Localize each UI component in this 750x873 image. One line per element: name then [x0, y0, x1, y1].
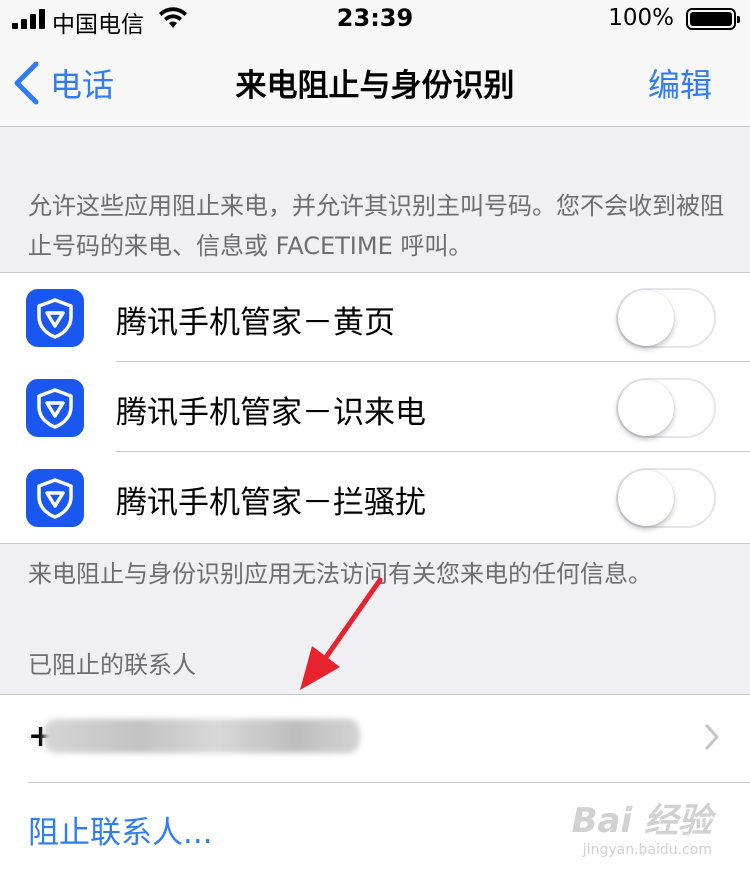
tencent-shield-icon [26, 469, 84, 527]
app-toggle[interactable] [616, 468, 716, 528]
divider [116, 361, 750, 362]
tencent-shield-icon [26, 289, 84, 347]
intro-note: 允许这些应用阻止来电，并允许其识别主叫号码。您不会收到被阻止号码的来电、信息或 … [28, 192, 724, 260]
watermark-sub: jingyan.baidu.com [582, 842, 712, 858]
app-label: 腾讯手机管家－拦骚扰 [116, 485, 426, 521]
battery-icon [686, 8, 740, 30]
battery-percent: 100% [608, 5, 674, 31]
chevron-right-icon [705, 724, 719, 750]
divider [116, 451, 750, 452]
list-item: 腾讯手机管家－黄页 [0, 273, 750, 362]
watermark-logo: Bai 经验 jingyan.baidu.com [572, 793, 712, 858]
divider [28, 782, 750, 783]
blurred-phone-number [44, 719, 360, 753]
edit-button[interactable]: 编辑 [648, 60, 712, 106]
watermark-main: Bai 经验 [571, 801, 712, 841]
page-title: 来电阻止与身份识别 [235, 68, 515, 104]
block-contact-button[interactable]: 阻止联系人... [28, 807, 213, 852]
app-toggle[interactable] [616, 288, 716, 348]
toggle-knob [618, 380, 674, 436]
navigation-bar: 电话 来电阻止与身份识别 编辑 [0, 40, 750, 127]
tencent-shield-icon [26, 379, 84, 437]
app-label: 腾讯手机管家－黄页 [116, 305, 395, 341]
call-blocking-apps-list: 腾讯手机管家－黄页 腾讯手机管家－识来电 腾讯手机管家－拦骚扰 [0, 272, 750, 544]
toggle-knob [618, 290, 674, 346]
list-item: 腾讯手机管家－识来电 [0, 363, 750, 452]
list-item: 腾讯手机管家－拦骚扰 [0, 453, 750, 542]
status-bar: 中国电信 23:39 100% [0, 0, 750, 40]
apps-note: 来电阻止与身份识别应用无法访问有关您来电的任何信息。 [28, 560, 652, 588]
app-toggle[interactable] [616, 378, 716, 438]
blocked-contacts-header: 已阻止的联系人 [28, 651, 196, 679]
blocked-contact-row[interactable]: + [0, 695, 750, 783]
toggle-knob [618, 470, 674, 526]
app-label: 腾讯手机管家－识来电 [116, 395, 426, 431]
